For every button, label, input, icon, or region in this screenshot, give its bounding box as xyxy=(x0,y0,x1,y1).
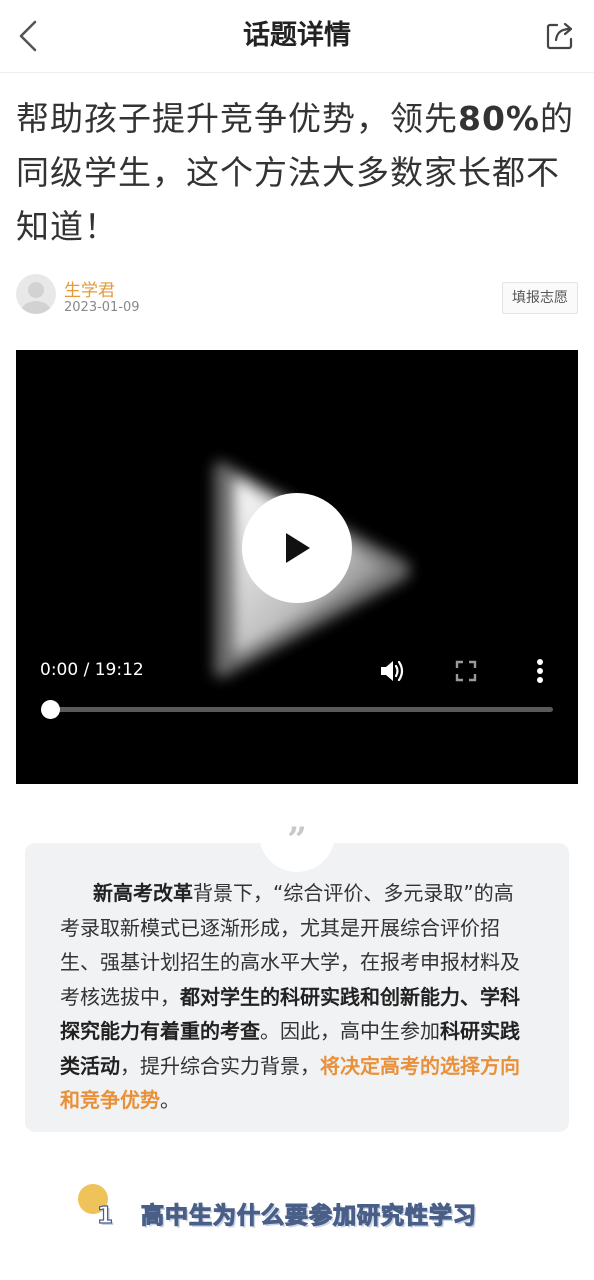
video-time: 0:00 / 19:12 xyxy=(40,660,144,680)
section-heading: 1 高中生为什么要参加研究性学习 xyxy=(96,1196,477,1232)
volume-icon xyxy=(381,660,404,682)
play-button[interactable] xyxy=(242,493,352,603)
section-number: 1 xyxy=(96,1202,115,1229)
fullscreen-button[interactable] xyxy=(449,654,483,688)
topic-tag-button[interactable]: 填报志愿 xyxy=(502,282,578,314)
author-name[interactable]: 生学君 xyxy=(64,276,115,301)
section-title: 高中生为什么要参加研究性学习 xyxy=(140,1202,477,1229)
quote-segment: 。 xyxy=(160,1088,180,1112)
author-row: 生学君 2023-01-09 填报志愿 xyxy=(16,272,578,316)
share-button[interactable] xyxy=(538,14,582,58)
volume-button[interactable] xyxy=(375,654,409,688)
page-title: 话题详情 xyxy=(243,20,351,51)
play-icon xyxy=(286,533,310,563)
more-vert-icon xyxy=(537,659,543,683)
share-icon xyxy=(546,22,573,50)
video-player[interactable]: 0:00 / 19:12 xyxy=(16,350,578,784)
quote-mark-icon: ” xyxy=(287,820,307,860)
quote-segment: 。因此，高中生参加 xyxy=(260,1019,440,1043)
article-title: 帮助孩子提升竞争优势，领先80%的同级学生，这个方法大多数家长都不知道！ xyxy=(16,92,582,254)
more-options-button[interactable] xyxy=(523,654,557,688)
avatar[interactable] xyxy=(16,274,56,314)
fullscreen-icon xyxy=(455,660,477,682)
post-date: 2023-01-09 xyxy=(64,300,140,315)
quote-segment: ，提升综合实力背景， xyxy=(120,1053,320,1078)
article-title-highlight: 80% xyxy=(458,99,540,138)
quote-text: 新高考改革背景下，“综合评价、多元录取”的高考录取新模式已逐渐形成，尤其是开展综… xyxy=(60,876,528,1118)
video-progress-thumb[interactable] xyxy=(41,700,60,719)
video-progress-bar[interactable] xyxy=(41,700,553,719)
quote-mark-badge: ” xyxy=(259,796,335,872)
top-bar: 话题详情 xyxy=(0,0,594,73)
quote-segment: 新高考改革 xyxy=(93,881,193,905)
article-title-part: 帮助孩子提升竞争优势，领先 xyxy=(16,99,458,138)
user-icon xyxy=(21,282,51,314)
